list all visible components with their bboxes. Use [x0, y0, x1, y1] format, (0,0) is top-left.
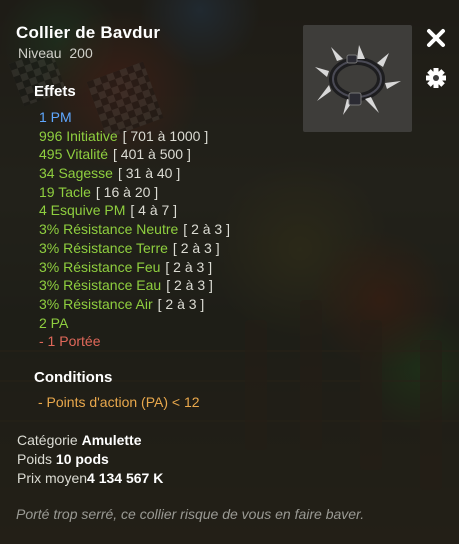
- effects-list: 1 PM 996 Initiative[ 701 à 1000 ] 495 Vita…: [39, 108, 230, 351]
- effect-range: [ 2 à 3 ]: [157, 295, 205, 312]
- item-image: [303, 25, 412, 132]
- weight-value: 10 pods: [55, 451, 109, 467]
- item-weight: Poids 10 pods: [17, 451, 109, 467]
- close-button[interactable]: [425, 27, 447, 49]
- effect-range: [ 31 à 40 ]: [117, 165, 181, 182]
- effect-range: [ 4 à 7 ]: [130, 202, 178, 219]
- price-value: 4 134 567 K: [87, 470, 164, 486]
- weight-label: Poids: [17, 451, 53, 467]
- effect-value: 495 Vitalité: [39, 146, 109, 163]
- effect-line: 996 Initiative[ 701 à 1000 ]: [39, 127, 230, 146]
- effect-value: 19 Tacle: [39, 183, 91, 200]
- effect-line: 3% Résistance Feu[ 2 à 3 ]: [39, 258, 230, 277]
- effect-line: - 1 Portée: [39, 332, 230, 351]
- settings-button[interactable]: [425, 67, 447, 89]
- item-level: Niveau 200: [18, 45, 93, 61]
- effect-line: 3% Résistance Neutre[ 2 à 3 ]: [39, 220, 230, 239]
- item-description: Porté trop serré, ce collier risque de v…: [16, 506, 365, 522]
- effect-value: 3% Résistance Eau: [39, 277, 162, 294]
- level-label: Niveau: [18, 45, 62, 61]
- effect-value: 4 Esquive PM: [39, 202, 126, 219]
- effect-value: 3% Résistance Neutre: [39, 221, 179, 238]
- effect-range: [ 2 à 3 ]: [172, 239, 220, 256]
- effect-line: 3% Résistance Air[ 2 à 3 ]: [39, 295, 230, 314]
- effect-line: 4 Esquive PM[ 4 à 7 ]: [39, 201, 230, 220]
- effect-value: 3% Résistance Terre: [39, 239, 168, 256]
- effect-line: 19 Tacle[ 16 à 20 ]: [39, 183, 230, 202]
- close-icon: [427, 29, 445, 47]
- effect-value: 2 PA: [39, 314, 69, 331]
- effects-title: Effets: [34, 83, 76, 100]
- effect-range: [ 701 à 1000 ]: [122, 127, 209, 144]
- effect-range: [ 2 à 3 ]: [166, 277, 213, 294]
- effect-range: [ 2 à 3 ]: [165, 258, 213, 275]
- effect-value: 996 Initiative: [39, 127, 118, 144]
- effect-line: 3% Résistance Terre[ 2 à 3 ]: [39, 239, 230, 258]
- effect-line: 495 Vitalité[ 401 à 500 ]: [39, 145, 230, 164]
- conditions-title: Conditions: [34, 369, 113, 386]
- condition-item: - Points d'action (PA) < 12: [38, 394, 200, 410]
- gear-icon: [426, 68, 446, 88]
- effect-value: - 1 Portée: [39, 333, 101, 350]
- item-price: Prix moyen4 134 567 K: [17, 470, 163, 486]
- effect-value: 3% Résistance Feu: [39, 258, 161, 275]
- price-label: Prix moyen: [17, 470, 88, 486]
- item-name: Collier de Bavdur: [16, 23, 161, 42]
- level-value: 200: [69, 45, 93, 61]
- effect-range: [ 401 à 500 ]: [113, 146, 191, 163]
- effect-line: 34 Sagesse[ 31 à 40 ]: [39, 164, 230, 183]
- effect-range: [ 16 à 20 ]: [95, 183, 159, 200]
- effect-value: 34 Sagesse: [39, 165, 113, 182]
- category-value: Amulette: [81, 432, 142, 448]
- effect-value: 3% Résistance Air: [39, 295, 153, 312]
- effect-value: 1 PM: [39, 109, 72, 125]
- effect-line: 1 PM: [39, 108, 230, 127]
- spiked-collar-icon: [315, 45, 401, 115]
- effect-line: 3% Résistance Eau[ 2 à 3 ]: [39, 276, 230, 295]
- effect-line: 2 PA: [39, 314, 230, 333]
- item-category: Catégorie Amulette: [17, 432, 142, 448]
- effect-range: [ 2 à 3 ]: [183, 221, 230, 238]
- item-tooltip: Collier de Bavdur Niveau 200 Effets 1 PM…: [0, 0, 459, 544]
- category-label: Catégorie: [17, 432, 78, 448]
